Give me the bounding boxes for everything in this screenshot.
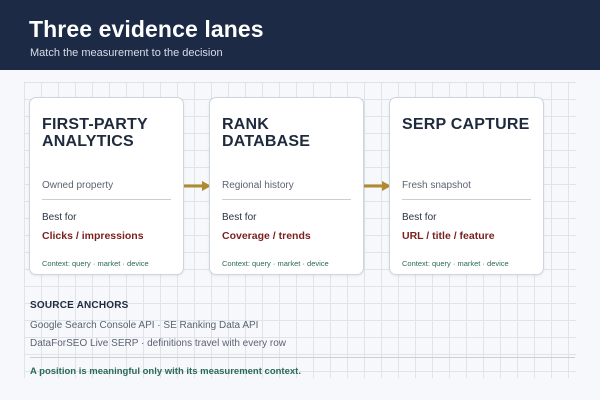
lane-title: SERP CAPTURE [402,116,530,133]
header-bar: Three evidence lanes Match the measureme… [0,0,600,70]
source-anchor-line: DataForSEO Live SERP · definitions trave… [30,338,287,349]
lane-title: RANK DATABASE [222,116,311,150]
lane-meta: Owned property [42,180,114,191]
arrow-right-icon [184,181,211,191]
lane-divider [42,199,171,200]
lane-best-for-label: Best for [402,212,437,223]
lane-meta: Regional history [222,180,294,191]
arrow-right-icon [364,181,391,191]
lane-context: Context: query · market · device [222,259,329,268]
lane-best-for-label: Best for [42,212,77,223]
lane-best-for-value: Clicks / impressions [42,230,144,242]
lane-card-rank-database: RANK DATABASE Regional history Best for … [209,97,364,275]
lane-best-for-value: Coverage / trends [222,230,311,242]
lane-best-for-value: URL / title / feature [402,230,495,242]
lane-best-for-label: Best for [222,212,257,223]
lane-context: Context: query · market · device [42,259,149,268]
lane-divider [402,199,531,200]
footer-note: A position is meaningful only with its m… [30,366,301,377]
lane-context: Context: query · market · device [402,259,509,268]
lane-divider [222,199,351,200]
source-anchor-line: Google Search Console API · SE Ranking D… [30,320,259,331]
lane-card-serp-capture: SERP CAPTURE Fresh snapshot Best for URL… [389,97,544,275]
section-divider [30,357,575,358]
lane-meta: Fresh snapshot [402,180,471,191]
lane-title: FIRST-PARTY ANALYTICS [42,116,148,150]
page-subtitle: Match the measurement to the decision [30,47,223,59]
source-anchors-heading: SOURCE ANCHORS [30,300,129,311]
lane-card-first-party: FIRST-PARTY ANALYTICS Owned property Bes… [29,97,184,275]
page-title: Three evidence lanes [29,16,264,42]
